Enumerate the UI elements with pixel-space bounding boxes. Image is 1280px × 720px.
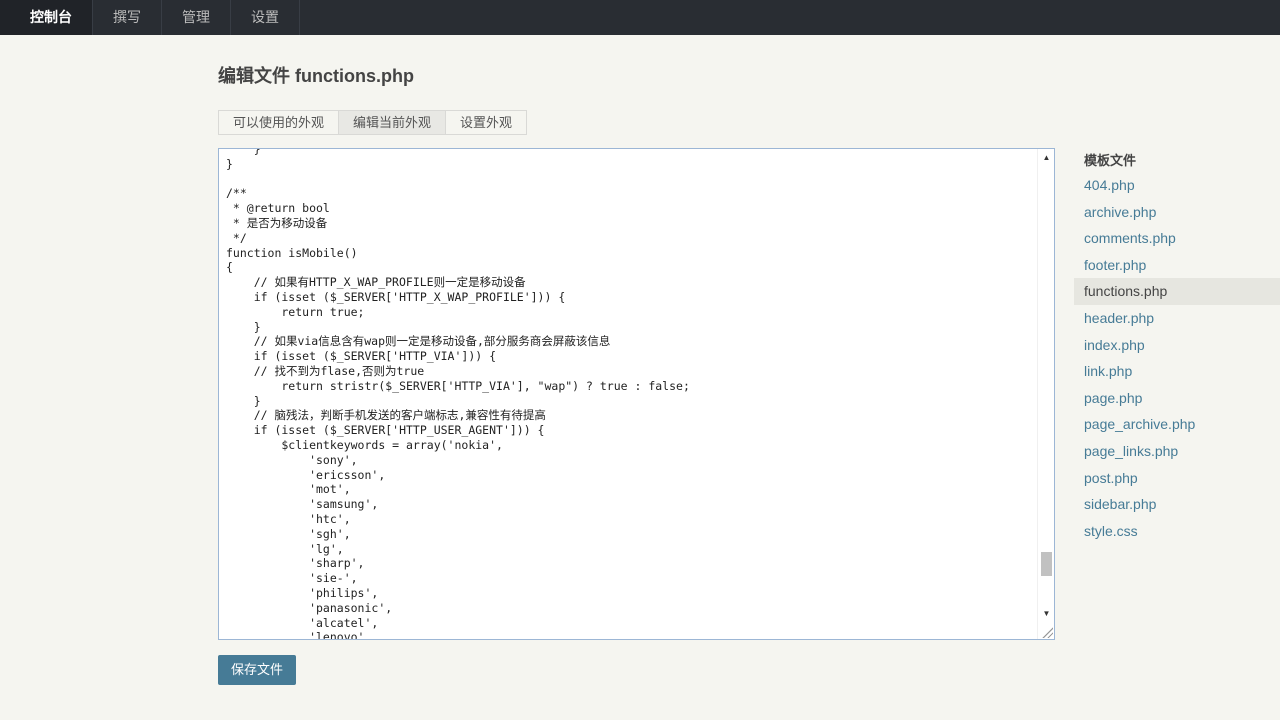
code-line[interactable]: 'lg', xyxy=(226,542,1036,557)
scroll-thumb[interactable] xyxy=(1041,552,1052,576)
file-item-page-links-php[interactable]: page_links.php xyxy=(1074,438,1280,465)
code-line[interactable]: if (isset ($_SERVER['HTTP_VIA'])) { xyxy=(226,349,1036,364)
sidebar-title: 模板文件 xyxy=(1084,153,1137,168)
code-line[interactable]: // 如果有HTTP_X_WAP_PROFILE则一定是移动设备 xyxy=(226,275,1036,290)
code-line[interactable]: return true; xyxy=(226,305,1036,320)
code-editor[interactable]: }} /** * @return bool * 是否为移动设备 */functio… xyxy=(218,148,1055,640)
code-line[interactable]: $clientkeywords = array('nokia', xyxy=(226,438,1036,453)
top-navigation: 控制台 撰写 管理 设置 xyxy=(0,0,1280,35)
code-line[interactable]: if (isset ($_SERVER['HTTP_X_WAP_PROFILE'… xyxy=(226,290,1036,305)
nav-settings[interactable]: 设置 xyxy=(231,0,300,35)
code-line[interactable]: * @return bool xyxy=(226,201,1036,216)
code-line[interactable]: */ xyxy=(226,231,1036,246)
code-line[interactable]: 'sgh', xyxy=(226,527,1036,542)
code-line[interactable]: 'sie-', xyxy=(226,571,1036,586)
file-item-header-php[interactable]: header.php xyxy=(1074,305,1280,332)
code-line[interactable] xyxy=(226,172,1036,187)
code-line[interactable]: 'htc', xyxy=(226,512,1036,527)
code-line[interactable]: 'alcatel', xyxy=(226,616,1036,631)
file-item-archive-php[interactable]: archive.php xyxy=(1074,199,1280,226)
scroll-down-icon[interactable]: ▼ xyxy=(1038,605,1054,622)
file-item-page-archive-php[interactable]: page_archive.php xyxy=(1074,411,1280,438)
nav-dashboard[interactable]: 控制台 xyxy=(0,0,93,35)
code-line[interactable]: 'sharp', xyxy=(226,556,1036,571)
code-line[interactable]: * 是否为移动设备 xyxy=(226,216,1036,231)
code-line[interactable]: { xyxy=(226,260,1036,275)
tab-edit-current-theme[interactable]: 编辑当前外观 xyxy=(339,110,447,135)
code-line[interactable]: return stristr($_SERVER['HTTP_VIA'], "wa… xyxy=(226,379,1036,394)
file-item-404-php[interactable]: 404.php xyxy=(1074,172,1280,199)
page-title: 编辑文件 functions.php xyxy=(218,66,414,86)
template-files-sidebar: 模板文件 404.php archive.php comments.php foote… xyxy=(1074,150,1280,544)
code-line[interactable]: if (isset ($_SERVER['HTTP_USER_AGENT']))… xyxy=(226,423,1036,438)
file-item-link-php[interactable]: link.php xyxy=(1074,358,1280,385)
file-item-post-php[interactable]: post.php xyxy=(1074,465,1280,492)
code-line[interactable]: 'ericsson', xyxy=(226,468,1036,483)
code-line[interactable]: } xyxy=(226,157,1036,172)
tab-available-themes[interactable]: 可以使用的外观 xyxy=(218,110,340,135)
code-line[interactable]: function isMobile() xyxy=(226,246,1036,261)
resize-grip-icon[interactable] xyxy=(1041,626,1053,638)
code-line[interactable]: } xyxy=(226,149,1036,157)
code-line[interactable]: 'samsung', xyxy=(226,497,1036,512)
code-line[interactable]: // 如果via信息含有wap则一定是移动设备,部分服务商会屏蔽该信息 xyxy=(226,334,1036,349)
code-line[interactable]: 'sony', xyxy=(226,453,1036,468)
nav-manage[interactable]: 管理 xyxy=(162,0,231,35)
tab-theme-settings[interactable]: 设置外观 xyxy=(446,110,528,135)
nav-write[interactable]: 撰写 xyxy=(93,0,162,35)
file-item-footer-php[interactable]: footer.php xyxy=(1074,252,1280,279)
code-line[interactable]: // 找不到为flase,否则为true xyxy=(226,364,1036,379)
code-line[interactable]: 'panasonic', xyxy=(226,601,1036,616)
file-item-comments-php[interactable]: comments.php xyxy=(1074,225,1280,252)
code-line[interactable]: /** xyxy=(226,186,1036,201)
code-line[interactable]: 'philips', xyxy=(226,586,1036,601)
editor-scrollbar[interactable]: ▲ ▼ xyxy=(1037,149,1054,639)
code-line[interactable]: // 脑残法，判断手机发送的客户端标志,兼容性有待提高 xyxy=(226,408,1036,423)
save-file-button[interactable]: 保存文件 xyxy=(218,655,296,685)
file-item-sidebar-php[interactable]: sidebar.php xyxy=(1074,491,1280,518)
code-line[interactable]: 'mot', xyxy=(226,482,1036,497)
scroll-up-icon[interactable]: ▲ xyxy=(1038,149,1054,166)
file-item-page-php[interactable]: page.php xyxy=(1074,385,1280,412)
theme-tabs: 可以使用的外观 编辑当前外观 设置外观 xyxy=(218,110,528,135)
code-content[interactable]: }} /** * @return bool * 是否为移动设备 */functio… xyxy=(226,149,1036,639)
file-item-index-php[interactable]: index.php xyxy=(1074,332,1280,359)
code-line[interactable]: } xyxy=(226,394,1036,409)
code-line[interactable]: } xyxy=(226,320,1036,335)
file-list: 404.php archive.php comments.php footer.php… xyxy=(1074,172,1280,544)
code-line[interactable]: 'lenovo', xyxy=(226,630,1036,639)
file-item-functions-php[interactable]: functions.php xyxy=(1074,278,1280,305)
file-item-style-css[interactable]: style.css xyxy=(1074,518,1280,545)
